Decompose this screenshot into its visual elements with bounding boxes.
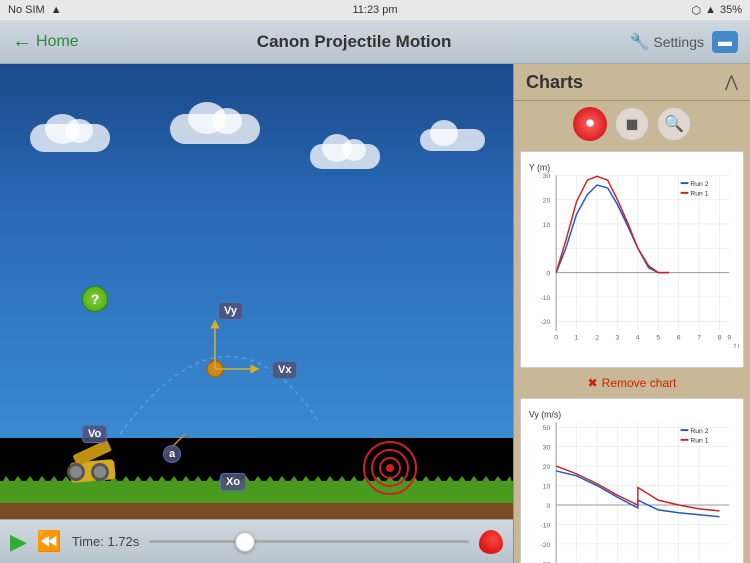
svg-text:0: 0 [547,503,551,510]
xo-label: Xo [220,473,246,491]
svg-text:Y (m): Y (m) [529,162,550,172]
game-area[interactable]: Vy Vx Vo a Xo ? ▶ ⏪ Time: 1.72s [0,64,513,563]
bottom-bar: ▶ ⏪ Time: 1.72s [0,519,513,563]
zoom-button[interactable]: 🔍 [657,107,691,141]
vx-label: Vx [272,361,297,379]
svg-text:Run 1: Run 1 [690,191,708,198]
charts-title: Charts [526,72,583,93]
chart-toolbar: ⏺ ◼ 🔍 [514,101,750,147]
play-button[interactable]: ▶ [10,529,27,555]
remove-chart-button[interactable]: ✖ Remove chart [514,372,750,394]
svg-text:Run 2: Run 2 [690,428,708,435]
svg-text:30: 30 [543,173,551,180]
svg-text:3: 3 [616,335,620,342]
select-icon: ◼ [625,114,638,134]
svg-text:0: 0 [554,335,558,342]
slider-track [149,540,469,543]
apple-icon[interactable] [479,530,503,554]
settings-button[interactable]: 🔧 Settings [629,32,704,52]
charts-panel: Charts ⋀ ⏺ ◼ 🔍 Y (m) [513,64,750,563]
charts-header: Charts ⋀ [514,64,750,101]
svg-text:Run 2: Run 2 [690,181,708,188]
screen-icon: ▬ [718,33,732,49]
svg-text:50: 50 [543,425,551,432]
target [363,441,418,501]
time-display: Time: 1.72s [72,534,139,549]
svg-text:t (s): t (s) [734,342,739,349]
slider-fill [149,540,245,543]
cloud-1 [30,124,110,152]
cloud-3 [310,144,380,169]
zoom-icon: 🔍 [664,114,684,134]
collapse-charts-button[interactable]: ⋀ [725,72,738,92]
wifi-strength-icon: ▲ [705,4,716,16]
svg-text:-10: -10 [540,295,550,302]
clock: 11:23 pm [352,4,397,16]
record-button[interactable]: ⏺ [573,107,607,141]
svg-text:0: 0 [547,271,551,278]
remove-chart-icon: ✖ [588,376,598,390]
svg-text:5: 5 [656,335,660,342]
wrench-icon: 🔧 [629,32,649,52]
home-button[interactable]: ← Home [12,30,79,53]
carrier-label: No SIM [8,4,45,16]
rewind-button[interactable]: ⏪ [37,529,62,554]
a-label: a [163,445,181,463]
cloud-2 [170,114,260,144]
wifi-icon: ▲ [51,4,62,16]
svg-text:9: 9 [727,335,731,342]
page-title: Canon Projectile Motion [257,32,452,52]
svg-text:30: 30 [543,445,551,452]
right-controls: 🔧 Settings ▬ [629,31,738,53]
top-bar: ← Home Canon Projectile Motion 🔧 Setting… [0,20,750,64]
svg-text:8: 8 [718,335,722,342]
settings-label[interactable]: Settings [653,34,704,50]
svg-text:10: 10 [543,222,551,229]
record-icon: ⏺ [586,115,594,133]
chart-vy-velocity: Vy (m/s) [520,398,744,563]
vy-label: Vy [218,302,243,320]
svg-text:10: 10 [543,483,551,490]
svg-text:7: 7 [697,335,701,342]
home-label[interactable]: Home [36,33,79,51]
svg-text:6: 6 [677,335,681,342]
battery-label: 35% [720,4,742,16]
select-button[interactable]: ◼ [615,107,649,141]
remove-chart-label[interactable]: Remove chart [602,376,677,390]
screen-toggle-button[interactable]: ▬ [712,31,738,53]
svg-text:Vy (m/s): Vy (m/s) [529,409,561,419]
time-slider[interactable] [149,540,469,543]
chart-y-position: Y (m) [520,151,744,368]
svg-text:4: 4 [636,335,640,342]
bluetooth-icon: ⬡ [691,4,701,17]
svg-text:-10: -10 [540,522,550,529]
cloud-4 [420,129,485,151]
svg-text:20: 20 [543,198,551,205]
main-layout: Vy Vx Vo a Xo ? ▶ ⏪ Time: 1.72s [0,64,750,563]
svg-text:Run 1: Run 1 [690,438,708,445]
svg-text:-20: -20 [540,542,550,549]
svg-text:2: 2 [595,335,599,342]
svg-text:1: 1 [575,335,579,342]
svg-text:20: 20 [543,464,551,471]
status-bar: No SIM ▲ 11:23 pm ⬡ ▲ 35% [0,0,750,20]
home-arrow-icon: ← [12,30,32,53]
vo-label: Vo [82,425,107,443]
help-button[interactable]: ? [82,286,108,312]
svg-text:-20: -20 [540,319,550,326]
slider-thumb[interactable] [235,532,255,552]
